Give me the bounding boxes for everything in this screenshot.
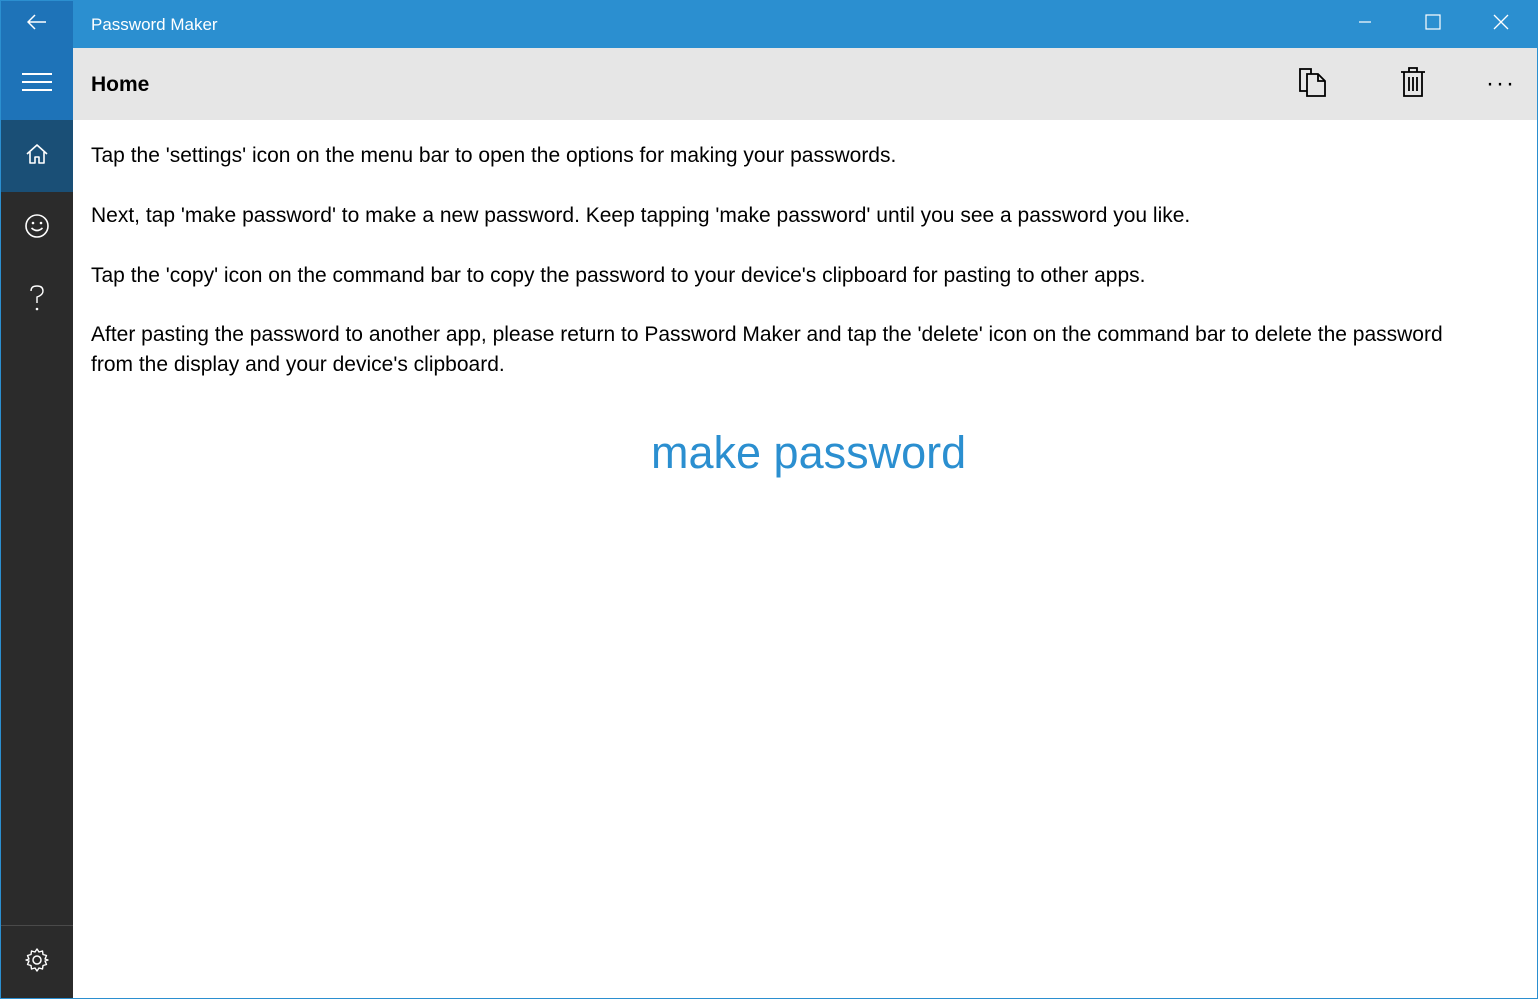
back-arrow-icon: [26, 14, 47, 35]
more-icon: ···: [1486, 70, 1516, 97]
hamburger-icon: [22, 72, 52, 97]
make-password-button[interactable]: make password: [651, 423, 1081, 483]
minimize-button[interactable]: [1331, 1, 1399, 48]
instruction-paragraph: After pasting the password to another ap…: [91, 323, 1443, 376]
home-icon: [25, 142, 49, 171]
close-icon: [1493, 14, 1509, 35]
title-bar: Password Maker: [1, 1, 1537, 48]
smiley-icon: [24, 213, 50, 244]
copy-icon: [1298, 66, 1328, 103]
nav-item-home[interactable]: [1, 120, 73, 192]
maximize-button[interactable]: [1399, 1, 1467, 48]
more-button[interactable]: ···: [1467, 48, 1535, 120]
navigation-pane: [1, 48, 73, 998]
app-title: Password Maker: [91, 15, 218, 34]
instruction-paragraph: Next, tap 'make password' to make a new …: [91, 204, 1191, 227]
delete-button[interactable]: [1379, 48, 1447, 120]
app-window: Password Maker Home ··· Tap the 'setting…: [0, 0, 1538, 999]
close-button[interactable]: [1467, 1, 1535, 48]
question-icon: [27, 284, 47, 317]
menu-button[interactable]: [1, 48, 73, 120]
nav-item-settings[interactable]: [1, 926, 73, 998]
maximize-icon: [1425, 14, 1441, 35]
minimize-icon: [1358, 15, 1372, 34]
gear-icon: [24, 947, 50, 978]
back-button[interactable]: [1, 1, 73, 48]
nav-item-about[interactable]: [1, 192, 73, 264]
instruction-paragraph: Tap the 'copy' icon on the command bar t…: [91, 264, 1146, 287]
instruction-paragraph: Tap the 'settings' icon on the menu bar …: [91, 144, 897, 167]
nav-item-help[interactable]: [1, 264, 73, 336]
page-title: Home: [91, 73, 150, 96]
trash-icon: [1399, 66, 1427, 103]
copy-button[interactable]: [1279, 48, 1347, 120]
command-bar: Home ···: [73, 48, 1537, 120]
